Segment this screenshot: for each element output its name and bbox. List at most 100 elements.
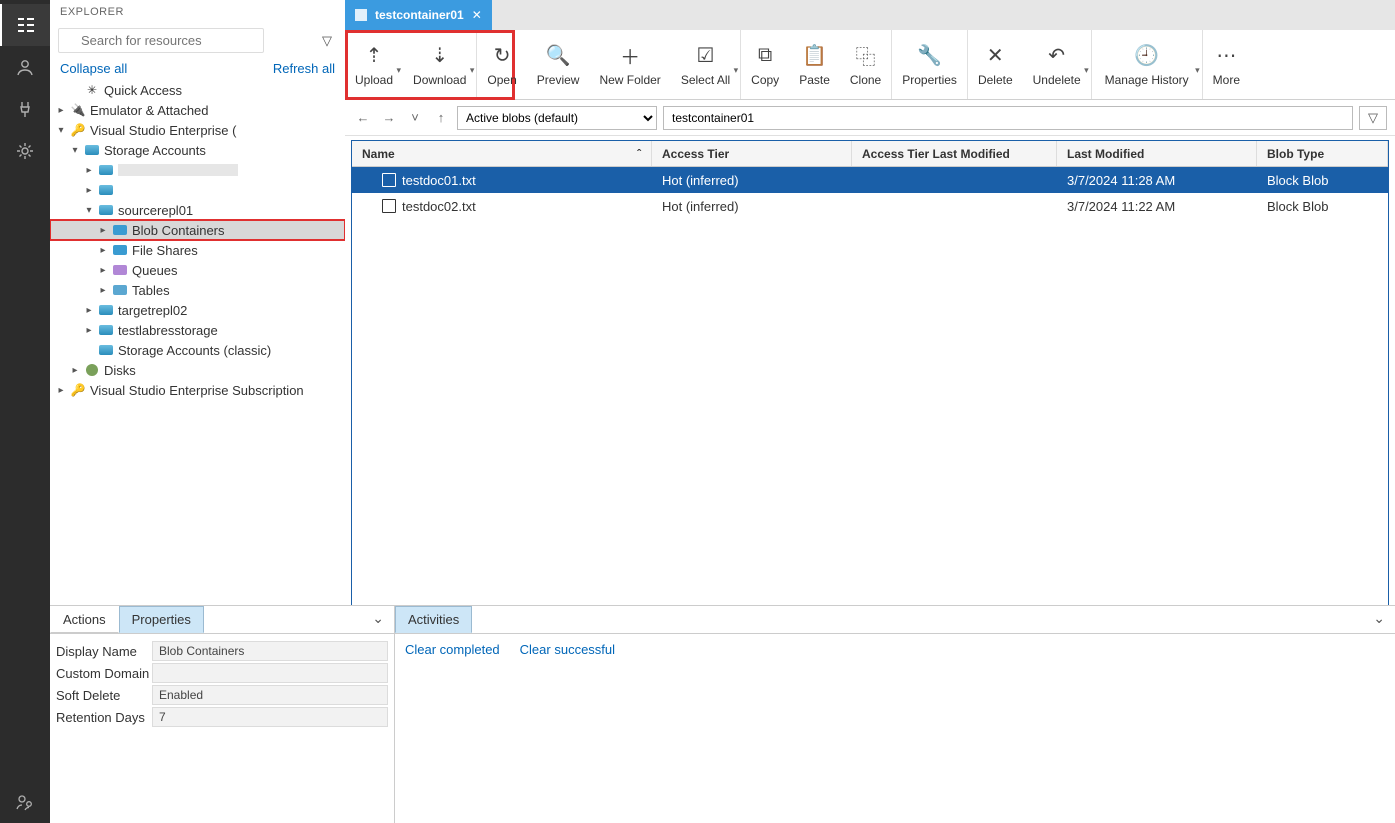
- chevron-right-icon[interactable]: [54, 385, 68, 396]
- new-folder-button[interactable]: ＋New Folder: [589, 30, 670, 99]
- tree-sourcerepl[interactable]: sourcerepl01: [50, 200, 345, 220]
- tree-vse-sub[interactable]: 🔑Visual Studio Enterprise Subscription: [50, 380, 345, 400]
- chevron-right-icon[interactable]: [96, 225, 110, 236]
- activity-connect-icon[interactable]: [0, 88, 50, 130]
- tree-classic[interactable]: Storage Accounts (classic): [50, 340, 345, 360]
- tree-vse[interactable]: 🔑Visual Studio Enterprise (: [50, 120, 345, 140]
- download-button[interactable]: ⇣Download▾: [403, 30, 476, 99]
- activity-settings-icon[interactable]: [0, 130, 50, 172]
- cell-mod: 3/7/2024 11:22 AM: [1057, 199, 1257, 214]
- toolbar: ⇡Upload▾ ⇣Download▾ ↻Open 🔍Preview ＋New …: [345, 30, 1395, 100]
- table-icon: [112, 282, 128, 298]
- tree-storage-accounts[interactable]: Storage Accounts: [50, 140, 345, 160]
- open-button[interactable]: ↻Open: [477, 30, 526, 99]
- chevron-right-icon[interactable]: [96, 265, 110, 276]
- undelete-button[interactable]: ↶Undelete▾: [1023, 30, 1091, 99]
- activity-explorer-icon[interactable]: [0, 4, 50, 46]
- tree-file-shares[interactable]: File Shares: [50, 240, 345, 260]
- select-all-icon: ☑: [697, 43, 715, 69]
- nav-up-icon[interactable]: ↑: [431, 110, 451, 125]
- storage-icon: [98, 182, 114, 198]
- tab-activities[interactable]: Activities: [395, 606, 472, 633]
- chevron-right-icon[interactable]: [82, 165, 96, 176]
- tab-actions[interactable]: Actions: [50, 606, 119, 633]
- collapse-all-link[interactable]: Collapse all: [60, 61, 127, 76]
- storage-icon: [98, 162, 114, 178]
- btn-label: Manage History: [1105, 73, 1189, 87]
- btn-label: Select All: [681, 73, 730, 87]
- chevron-down-icon[interactable]: [54, 125, 68, 136]
- activity-account-icon[interactable]: [0, 46, 50, 88]
- properties-button[interactable]: 🔧Properties: [892, 30, 967, 99]
- clear-successful-link[interactable]: Clear successful: [520, 642, 615, 657]
- refresh-all-link[interactable]: Refresh all: [273, 61, 335, 76]
- btn-label: Clone: [850, 73, 881, 87]
- upload-button[interactable]: ⇡Upload▾: [345, 30, 403, 99]
- chevron-right-icon[interactable]: [54, 105, 68, 116]
- blob-filter-select[interactable]: Active blobs (default): [457, 106, 657, 130]
- container-icon: [355, 9, 367, 21]
- nav-back-icon[interactable]: ←: [353, 110, 373, 125]
- clone-button[interactable]: ⿻Clone: [840, 30, 891, 99]
- tree-blob-containers[interactable]: Blob Containers: [50, 220, 345, 240]
- chevron-right-icon[interactable]: [82, 185, 96, 196]
- preview-button[interactable]: 🔍Preview: [527, 30, 590, 99]
- tree-label: Storage Accounts (classic): [118, 343, 271, 358]
- tree-testlab[interactable]: testlabresstorage: [50, 320, 345, 340]
- tab-testcontainer01[interactable]: testcontainer01 ✕: [345, 0, 492, 30]
- table-row[interactable]: testdoc01.txtHot (inferred)3/7/2024 11:2…: [352, 167, 1388, 193]
- btn-label: More: [1213, 73, 1240, 87]
- path-input[interactable]: [663, 106, 1353, 130]
- col-blob-type[interactable]: Blob Type: [1257, 141, 1388, 166]
- tree-emulator[interactable]: 🔌Emulator & Attached: [50, 100, 345, 120]
- tree-targetrepl[interactable]: targetrepl02: [50, 300, 345, 320]
- chevron-down-icon[interactable]: [82, 205, 96, 216]
- table-row[interactable]: testdoc02.txtHot (inferred)3/7/2024 11:2…: [352, 193, 1388, 219]
- chevron-right-icon[interactable]: [82, 305, 96, 316]
- filter-icon[interactable]: ▽: [1359, 106, 1387, 130]
- chevron-down-icon[interactable]: ▾: [1084, 65, 1089, 76]
- col-access-tier[interactable]: Access Tier: [652, 141, 852, 166]
- col-last-modified[interactable]: Last Modified: [1057, 141, 1257, 166]
- more-button[interactable]: ⋯More: [1203, 30, 1250, 99]
- btn-label: Download: [413, 73, 466, 87]
- clear-completed-link[interactable]: Clear completed: [405, 642, 500, 657]
- chevron-right-icon[interactable]: [96, 245, 110, 256]
- chevron-down-icon[interactable]: ▾: [734, 65, 739, 76]
- tree-quick-access[interactable]: ✳Quick Access: [50, 80, 345, 100]
- nav-down-icon[interactable]: ˅: [405, 110, 425, 125]
- tree-storage-redacted2[interactable]: [50, 180, 345, 200]
- search-filter-icon[interactable]: ▽: [317, 33, 337, 49]
- storage-icon: [98, 302, 114, 318]
- chevron-down-icon[interactable]: ▾: [470, 65, 475, 76]
- manage-history-button[interactable]: 🕘Manage History▾: [1092, 30, 1202, 99]
- chevron-right-icon[interactable]: [82, 325, 96, 336]
- key-icon: 🔑: [70, 122, 86, 138]
- tab-properties[interactable]: Properties: [119, 606, 204, 633]
- panel-collapse-icon[interactable]: ⌄: [1363, 606, 1395, 633]
- chevron-down-icon[interactable]: ▾: [397, 65, 402, 76]
- copy-button[interactable]: ⧉Copy: [741, 30, 789, 99]
- col-label: Name: [362, 147, 395, 161]
- chevron-down-icon[interactable]: ▾: [1195, 65, 1200, 76]
- chevron-right-icon[interactable]: [96, 285, 110, 296]
- tree-storage-redacted1[interactable]: [50, 160, 345, 180]
- paste-button[interactable]: 📋Paste: [789, 30, 840, 99]
- activity-feedback-icon[interactable]: [0, 781, 50, 823]
- tree-queues[interactable]: Queues: [50, 260, 345, 280]
- close-tab-icon[interactable]: ✕: [472, 8, 482, 22]
- redacted: [118, 164, 238, 176]
- chevron-down-icon[interactable]: [68, 145, 82, 156]
- delete-button[interactable]: ✕Delete: [968, 30, 1023, 99]
- tree-tables[interactable]: Tables: [50, 280, 345, 300]
- nav-forward-icon[interactable]: →: [379, 110, 399, 125]
- col-name[interactable]: Nameˆ: [352, 141, 652, 166]
- tree-label: Quick Access: [104, 83, 182, 98]
- select-all-button[interactable]: ☑ Select All ▾: [671, 30, 740, 99]
- search-input[interactable]: [58, 28, 264, 53]
- prop-label: Retention Days: [56, 710, 152, 725]
- chevron-right-icon[interactable]: [68, 365, 82, 376]
- panel-collapse-icon[interactable]: ⌄: [362, 606, 394, 633]
- col-tier-modified[interactable]: Access Tier Last Modified: [852, 141, 1057, 166]
- tree-disks[interactable]: Disks: [50, 360, 345, 380]
